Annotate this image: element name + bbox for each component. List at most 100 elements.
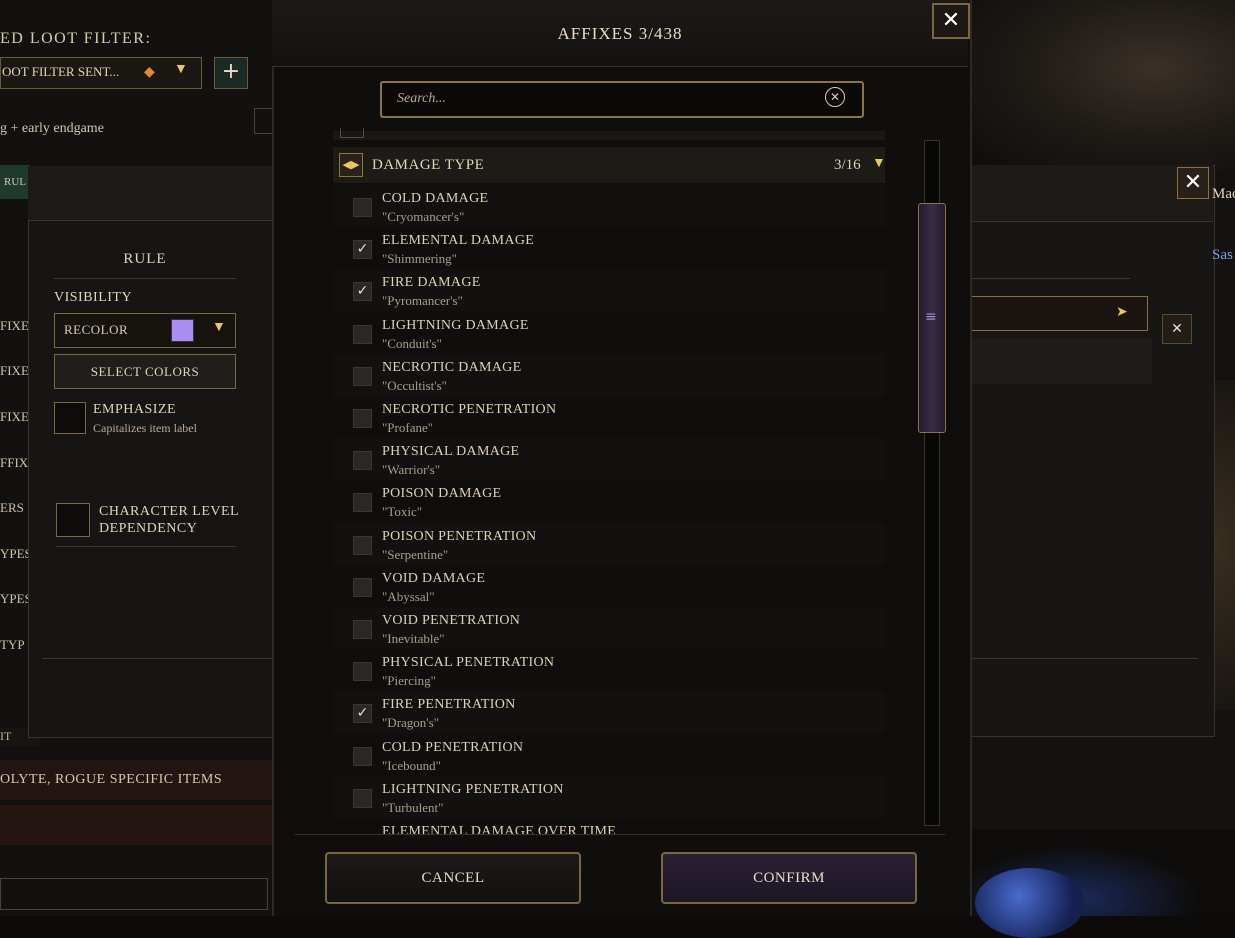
affix-checkbox[interactable] bbox=[353, 746, 372, 766]
affix-name: COLD DAMAGE bbox=[382, 191, 489, 206]
add-filter-button[interactable]: + bbox=[214, 57, 248, 89]
rule-list-item[interactable]: FFIX bbox=[0, 455, 28, 471]
affix-checkbox[interactable] bbox=[353, 409, 372, 428]
condition-window bbox=[968, 165, 1215, 737]
cancel-button[interactable]: CANCEL bbox=[325, 852, 581, 904]
affix-prefix-name: "Dragon's" bbox=[382, 715, 440, 731]
rule-list-item[interactable]: FIXE bbox=[0, 363, 29, 379]
affix-checkbox[interactable] bbox=[353, 198, 372, 217]
divider bbox=[54, 278, 236, 279]
condition-box bbox=[968, 338, 1152, 384]
remove-condition-button[interactable]: ✕ bbox=[1162, 314, 1192, 344]
plus-icon: + bbox=[221, 59, 241, 84]
affix-name: NECROTIC DAMAGE bbox=[382, 359, 522, 375]
divider bbox=[968, 658, 1198, 659]
affix-name: FIRE PENETRATION bbox=[382, 697, 516, 713]
rule-window-header bbox=[28, 166, 272, 221]
emphasize-description: Capitalizes item label bbox=[93, 421, 197, 435]
emphasize-checkbox[interactable] bbox=[54, 402, 86, 434]
affix-checkbox[interactable] bbox=[353, 535, 372, 555]
game-world-view bbox=[968, 0, 1235, 170]
affix-row[interactable]: POISON PENETRATION "Serpentine" bbox=[333, 522, 885, 565]
affix-row[interactable]: VOID DAMAGE "Abyssal" bbox=[333, 564, 885, 607]
confirm-button[interactable]: CONFIRM bbox=[661, 852, 917, 904]
clear-search-icon[interactable]: ✕ bbox=[825, 87, 845, 107]
affix-prefix-name: "Toxic" bbox=[382, 504, 423, 520]
affix-checkbox[interactable] bbox=[353, 324, 372, 344]
affix-row[interactable]: LIGHTNING DAMAGE "Conduit's" bbox=[333, 311, 885, 354]
rule-row-label: OLYTE, ROGUE SPECIFIC ITEMS bbox=[0, 772, 223, 787]
rule-list-item[interactable]: TYP bbox=[0, 637, 25, 653]
affix-name: NECROTIC PENETRATION bbox=[382, 402, 557, 417]
affix-checkbox[interactable] bbox=[353, 788, 372, 808]
rule-list-item[interactable]: ERS bbox=[0, 500, 24, 516]
affix-prefix-name: "Profane" bbox=[382, 420, 434, 435]
chevron-down-icon[interactable]: ▼ bbox=[174, 62, 188, 78]
emphasize-label: EMPHASIZE bbox=[93, 402, 177, 417]
loot-filter-select-value: OOT FILTER SENT... bbox=[2, 64, 120, 79]
loot-filter-edit-button[interactable] bbox=[254, 108, 274, 134]
close-icon[interactable]: ✕ bbox=[932, 3, 970, 39]
affix-row[interactable]: LIGHTNING PENETRATION "Turbulent" bbox=[333, 775, 885, 818]
select-colors-button[interactable]: SELECT COLORS bbox=[54, 354, 236, 389]
affix-row[interactable]: COLD DAMAGE "Cryomancer's" bbox=[333, 185, 885, 227]
affix-row[interactable]: NECROTIC PENETRATION "Profane" bbox=[333, 396, 885, 438]
affix-name: LIGHTNING DAMAGE bbox=[382, 317, 529, 333]
rule-row[interactable] bbox=[0, 805, 272, 845]
item-row-label: IT bbox=[0, 729, 12, 743]
affix-name: POISON PENETRATION bbox=[382, 528, 537, 544]
affix-list: COLD DAMAGE "Cryomancer's" ✓ ELEMENTAL DAMA… bbox=[333, 185, 885, 835]
checkmark-icon: ✓ bbox=[356, 241, 369, 258]
chevron-down-icon[interactable]: ▼ bbox=[872, 156, 886, 172]
affix-checkbox[interactable] bbox=[353, 366, 372, 386]
affix-row[interactable]: COLD PENETRATION "Icebound" bbox=[333, 733, 885, 776]
loot-filter-title: ED LOOT FILTER: bbox=[0, 30, 152, 47]
rule-list-item[interactable]: FIXE bbox=[0, 409, 29, 425]
affix-row[interactable]: PHYSICAL PENETRATION "Piercing" bbox=[333, 649, 885, 692]
character-level-label-line2: DEPENDENCY bbox=[99, 521, 198, 536]
affix-prefix-name: "Icebound" bbox=[382, 757, 441, 773]
divider bbox=[42, 658, 272, 659]
affix-row[interactable]: ✓ ELEMENTAL DAMAGE "Shimmering" bbox=[333, 227, 885, 270]
affix-row[interactable]: VOID PENETRATION "Inevitable" bbox=[333, 607, 885, 649]
affix-checkbox[interactable] bbox=[353, 451, 372, 471]
affix-row[interactable]: POISON DAMAGE "Toxic" bbox=[333, 480, 885, 523]
affix-checkbox[interactable] bbox=[353, 620, 372, 639]
character-level-checkbox[interactable] bbox=[56, 503, 90, 537]
affix-prefix-name: "Turbulent" bbox=[382, 799, 444, 815]
affix-prefix-name: "Abyssal" bbox=[382, 588, 435, 604]
affix-prefix-name: "Serpentine" bbox=[382, 546, 449, 562]
fox-icon: ◆ bbox=[144, 65, 155, 80]
affix-row[interactable]: ✓ FIRE DAMAGE "Pyromancer's" bbox=[333, 269, 885, 312]
affix-checkbox[interactable]: ✓ bbox=[353, 240, 372, 260]
affix-row[interactable]: ✓ FIRE PENETRATION "Dragon's" bbox=[333, 691, 885, 734]
affix-name: VOID DAMAGE bbox=[382, 570, 486, 586]
category-toggle-partial[interactable] bbox=[340, 128, 364, 138]
category-count: 3/16 bbox=[834, 157, 861, 173]
affix-row[interactable]: NECROTIC DAMAGE "Occultist's" bbox=[333, 353, 885, 396]
affix-row[interactable]: PHYSICAL DAMAGE "Warrior's" bbox=[333, 438, 885, 481]
loot-filter-description: g + early endgame bbox=[0, 121, 104, 136]
affix-checkbox[interactable]: ✓ bbox=[353, 704, 372, 724]
affix-checkbox[interactable] bbox=[353, 577, 372, 597]
list-top-edge bbox=[333, 131, 885, 140]
close-icon[interactable]: ✕ bbox=[1177, 167, 1209, 199]
rule-row[interactable] bbox=[0, 878, 268, 910]
affix-checkbox[interactable] bbox=[353, 662, 372, 682]
divider bbox=[295, 834, 945, 835]
affix-prefix-name: "Cryomancer's" bbox=[382, 209, 465, 224]
affix-checkbox[interactable] bbox=[353, 493, 372, 513]
affix-name: POISON DAMAGE bbox=[382, 486, 502, 502]
rule-title: RULE bbox=[123, 251, 167, 267]
color-swatch[interactable] bbox=[171, 319, 194, 342]
arrow-right-icon[interactable]: ➤ bbox=[1116, 304, 1128, 321]
affix-checkbox[interactable]: ✓ bbox=[353, 282, 372, 302]
collapse-icon[interactable]: ◀▶ bbox=[339, 153, 363, 177]
checkmark-icon: ✓ bbox=[356, 283, 369, 300]
rule-list-item[interactable]: FIXE bbox=[0, 318, 29, 334]
search-input[interactable] bbox=[395, 86, 809, 112]
affix-prefix-name: "Warrior's" bbox=[382, 462, 441, 478]
affix-name: VOID PENETRATION bbox=[382, 613, 521, 628]
affix-name: FIRE DAMAGE bbox=[382, 275, 481, 291]
chevron-down-icon[interactable]: ▼ bbox=[212, 320, 226, 336]
